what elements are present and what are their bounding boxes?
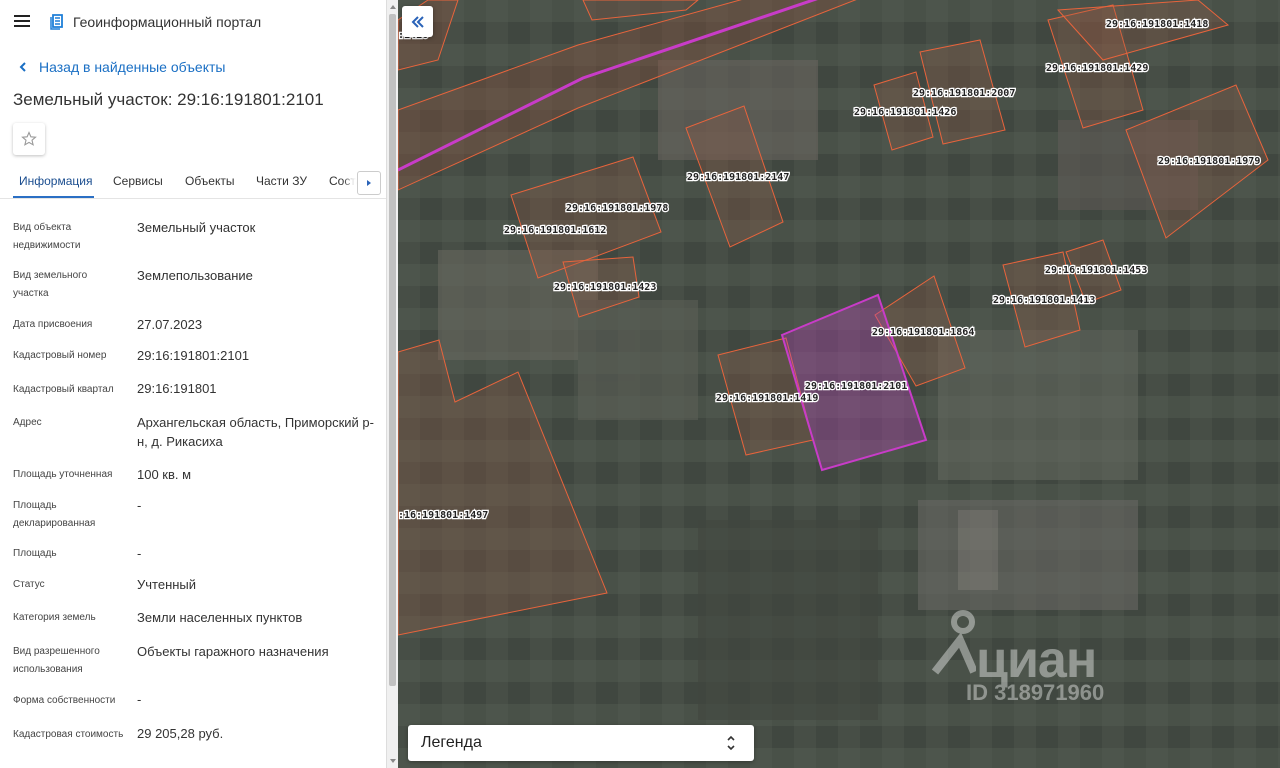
info-value: Архангельская область, Приморский р-н, д… bbox=[137, 415, 374, 449]
back-to-results-link[interactable]: Назад в найденные объекты bbox=[16, 58, 225, 76]
tab-services[interactable]: Сервисы bbox=[113, 174, 163, 188]
tab-bar: Информация Сервисы Объекты Части ЗУ Сост… bbox=[0, 165, 386, 199]
parcel-label: 29:16:191801:1453 bbox=[1045, 265, 1147, 276]
sidebar-scrollbar[interactable] bbox=[386, 0, 398, 768]
top-bar: Геоинформационный портал bbox=[0, 0, 386, 44]
tab-objects[interactable]: Объекты bbox=[185, 174, 235, 188]
info-label: Статус bbox=[13, 579, 45, 590]
info-label: Площадь уточненная bbox=[13, 469, 113, 480]
info-label: Кадастровый квартал bbox=[13, 384, 114, 395]
hamburger-menu-icon[interactable] bbox=[14, 15, 30, 27]
info-label: Форма собственности bbox=[13, 695, 116, 706]
cian-watermark: циан ID 318971960 bbox=[928, 610, 1168, 710]
info-value: Земли населенных пунктов bbox=[137, 610, 303, 625]
active-tab-indicator bbox=[13, 196, 94, 198]
collapse-panel-button[interactable] bbox=[402, 6, 433, 37]
info-label: Вид разрешенного использования bbox=[13, 646, 100, 675]
parcel-label: 29:16:191801:1419 bbox=[716, 393, 818, 404]
watermark-id: ID 318971960 bbox=[966, 680, 1105, 705]
parcel-label: 29:16:191801:1864 bbox=[872, 327, 974, 338]
info-label: Кадастровая стоимость bbox=[13, 729, 124, 740]
parcel-label: 29:16:191801:2147 bbox=[687, 172, 789, 183]
info-value: 29:16:191801:2101 bbox=[137, 348, 250, 363]
map-pin-person-icon bbox=[931, 610, 976, 675]
parcel-label: 29:16:191801:1423 bbox=[554, 282, 656, 293]
info-value: Объекты гаражного назначения bbox=[137, 644, 329, 659]
info-label: Вид объекта недвижимости bbox=[13, 222, 81, 251]
info-value: - bbox=[137, 546, 142, 561]
info-value: 27.07.2023 bbox=[137, 317, 203, 332]
map-view[interactable]: 29:16:191801:1418 29:16:191801:1429 29:1… bbox=[398, 0, 1280, 768]
parcel-label: 29:16:191801:1978 bbox=[566, 203, 668, 214]
info-label: Площадь декларированная bbox=[13, 500, 96, 529]
legend-label: Легенда bbox=[421, 734, 482, 751]
tab-parts[interactable]: Части ЗУ bbox=[256, 174, 307, 188]
app-title: Геоинформационный портал bbox=[73, 14, 262, 30]
parcel-label: 29:16:191801:1418 bbox=[1106, 19, 1208, 30]
sidebar-panel: Геоинформационный портал Назад в найденн… bbox=[0, 0, 386, 768]
info-value: 29:16:191801 bbox=[137, 381, 217, 396]
parcel-label: 29:16:191801:2101 bbox=[805, 381, 907, 392]
parcel-label: 29:16:191801:1413 bbox=[993, 295, 1095, 306]
parcel-label: 29:16:191801:2007 bbox=[913, 88, 1015, 99]
back-link-label: Назад в найденные объекты bbox=[39, 59, 226, 75]
info-value: - bbox=[137, 692, 142, 707]
chevron-left-icon bbox=[19, 62, 26, 72]
tabs-scroll-right-button[interactable] bbox=[357, 171, 381, 195]
parcel-label: 29:16:191801:1612 bbox=[504, 225, 606, 236]
scroll-down-arrow-icon[interactable] bbox=[389, 757, 397, 765]
parcel-label: 29:16:191801:1979 bbox=[1158, 156, 1260, 167]
parcel-label: 29:16:191801:1429 bbox=[1046, 63, 1148, 74]
info-value: - bbox=[137, 498, 142, 513]
info-value: Земельный участок bbox=[137, 220, 256, 235]
info-label: Дата присвоения bbox=[13, 319, 93, 330]
object-title: Земельный участок: 29:16:191801:2101 bbox=[13, 90, 324, 109]
info-label: Категория земель bbox=[13, 612, 96, 623]
parcel-label: 29:16:191801:1426 bbox=[854, 107, 956, 118]
caret-right-icon bbox=[367, 180, 371, 186]
expand-collapse-icon bbox=[727, 735, 735, 751]
info-label: Кадастровый номер bbox=[13, 350, 107, 361]
info-label: Площадь bbox=[13, 548, 57, 559]
star-icon bbox=[21, 131, 37, 146]
favorite-button[interactable] bbox=[13, 123, 45, 155]
info-label: Вид земельного участка bbox=[13, 270, 88, 299]
status-value: Учтенный bbox=[137, 577, 197, 592]
info-value: 100 кв. м bbox=[137, 467, 192, 482]
tab-information[interactable]: Информация bbox=[19, 174, 92, 188]
scrollbar-thumb[interactable] bbox=[389, 14, 396, 686]
scroll-up-arrow-icon[interactable] bbox=[389, 3, 397, 11]
info-label: Адрес bbox=[13, 417, 42, 428]
double-chevron-left-icon bbox=[411, 15, 424, 28]
info-value: 29 205,28 руб. bbox=[137, 726, 224, 741]
parcel-label: :16:191801:1497 bbox=[398, 510, 488, 521]
legend-dropdown[interactable]: Легенда bbox=[408, 725, 754, 761]
info-value: Землепользование bbox=[137, 268, 253, 283]
layers-icon bbox=[50, 14, 63, 30]
